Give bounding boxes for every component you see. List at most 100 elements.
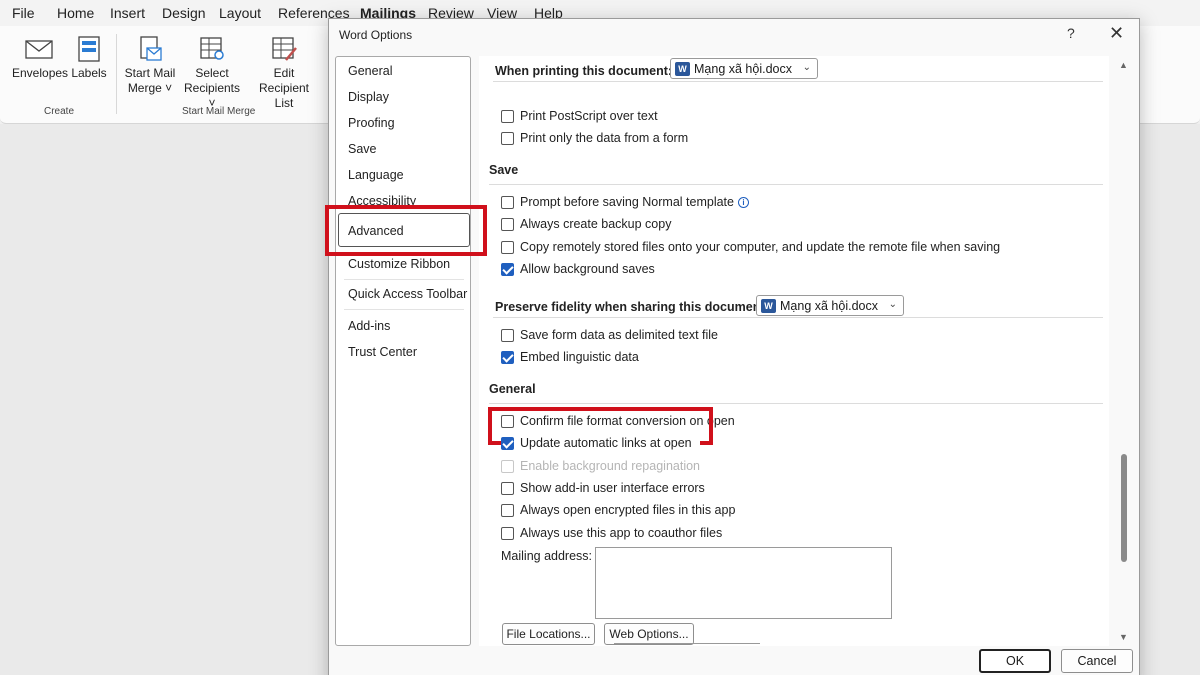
option-embed-linguistic[interactable]: Embed linguistic data (501, 350, 639, 364)
advanced-highlight-box (325, 205, 487, 256)
addin-errors-label: Show add-in user interface errors (520, 481, 705, 495)
envelope-icon (25, 40, 53, 59)
cancel-button[interactable]: Cancel (1061, 649, 1133, 673)
option-addin-errors[interactable]: Show add-in user interface errors (501, 481, 705, 495)
recipients-icon (200, 37, 224, 60)
background-saves-label: Allow background saves (520, 262, 655, 276)
section-divider (493, 81, 1103, 82)
nav-item-language[interactable]: Language (348, 168, 404, 182)
printing-document-value: Mạng xã hội.docx (694, 61, 792, 76)
chevron-down-icon: ⌄ (802, 62, 811, 73)
ok-button[interactable]: OK (979, 649, 1051, 673)
print-postscript-checkbox[interactable] (501, 109, 514, 123)
print-data-only-checkbox[interactable] (501, 131, 514, 145)
background-repagination-checkbox (501, 459, 514, 473)
option-print-data-only[interactable]: Print only the data from a form (501, 131, 688, 145)
copy-remote-checkbox[interactable] (501, 240, 514, 254)
prompt-normal-checkbox[interactable] (501, 195, 514, 209)
section-divider (489, 403, 1103, 404)
file-locations-button[interactable]: File Locations... (502, 623, 595, 645)
options-scrollbar[interactable]: ▲ ▼ (1113, 56, 1135, 646)
web-options-button[interactable]: Web Options... (604, 623, 694, 645)
labels-icon (78, 36, 100, 62)
save-section-title: Save (489, 163, 519, 177)
scroll-thumb[interactable] (1121, 454, 1127, 562)
group-create-label: Create (44, 106, 75, 117)
save-form-data-label: Save form data as delimited text file (520, 328, 719, 342)
mailing-address-label: Mailing address: (501, 549, 593, 563)
nav-divider (344, 279, 464, 280)
option-backup-copy[interactable]: Always create backup copy (501, 217, 671, 231)
start-mail-merge-button[interactable]: Start Mail Merge ˅ (122, 34, 178, 96)
fidelity-document-value: Mạng xã hội.docx (780, 298, 878, 313)
background-repagination-label: Enable background repagination (520, 459, 700, 473)
nav-item-add-ins[interactable]: Add-ins (348, 319, 390, 333)
nav-item-display[interactable]: Display (348, 90, 389, 104)
edit-recipient-label-2: Recipient List (258, 81, 310, 110)
nav-item-trust-center[interactable]: Trust Center (348, 345, 417, 359)
options-nav: General Display Proofing Save Language A… (335, 56, 471, 646)
option-prompt-normal-template[interactable]: Prompt before saving Normal template i (501, 195, 749, 209)
menu-file[interactable]: File (12, 5, 35, 21)
section-divider (493, 317, 1103, 318)
edit-recipient-list-button[interactable]: Edit Recipient List (248, 34, 320, 111)
section-divider (489, 184, 1103, 185)
word-options-dialog: Word Options ? ✕ General Display Proofin… (328, 18, 1140, 675)
nav-item-save[interactable]: Save (348, 142, 377, 156)
scroll-up-icon[interactable]: ▲ (1119, 60, 1128, 70)
nav-item-quick-access-toolbar[interactable]: Quick Access Toolbar (348, 287, 467, 301)
select-recipients-label-1: Select (195, 66, 229, 80)
printing-document-dropdown[interactable]: W Mạng xã hội.docx ⌄ (670, 58, 818, 79)
menu-design[interactable]: Design (162, 5, 206, 21)
mailing-address-input[interactable] (595, 547, 892, 619)
nav-item-customize-ribbon[interactable]: Customize Ribbon (348, 257, 450, 271)
info-icon: i (737, 196, 749, 208)
word-doc-icon: W (761, 298, 776, 313)
edit-list-icon (272, 37, 297, 61)
start-mail-merge-label-1: Start Mail (124, 66, 176, 80)
scroll-down-icon[interactable]: ▼ (1119, 632, 1128, 642)
option-coauthor[interactable]: Always use this app to coauthor files (501, 526, 722, 540)
option-save-form-data[interactable]: Save form data as delimited text file (501, 328, 718, 342)
embed-linguistic-label: Embed linguistic data (520, 350, 639, 364)
coauthor-checkbox[interactable] (501, 526, 514, 540)
option-open-encrypted[interactable]: Always open encrypted files in this app (501, 503, 735, 517)
update-links-checkbox[interactable] (501, 436, 514, 450)
save-form-data-checkbox[interactable] (501, 328, 514, 342)
general-section-title: General (489, 382, 536, 396)
menu-home[interactable]: Home (57, 5, 94, 21)
option-background-saves[interactable]: Allow background saves (501, 262, 655, 276)
select-recipients-button[interactable]: Select Recipients ˅ (180, 34, 244, 111)
addin-errors-checkbox[interactable] (501, 481, 514, 495)
menu-insert[interactable]: Insert (110, 5, 145, 21)
backup-copy-label: Always create backup copy (520, 217, 672, 231)
embed-linguistic-checkbox[interactable] (501, 350, 514, 364)
nav-item-general[interactable]: General (348, 64, 392, 78)
printing-label: When printing this document: (495, 64, 673, 78)
help-icon[interactable]: ? (1067, 25, 1075, 41)
option-print-postscript[interactable]: Print PostScript over text (501, 109, 658, 123)
menu-layout[interactable]: Layout (219, 5, 261, 21)
advanced-options-panel: When printing this document: W Mạng xã h… (479, 56, 1109, 646)
print-data-only-label: Print only the data from a form (520, 131, 689, 145)
word-doc-icon: W (675, 61, 690, 76)
backup-copy-checkbox[interactable] (501, 217, 514, 231)
fidelity-document-dropdown[interactable]: W Mạng xã hội.docx ⌄ (756, 295, 904, 316)
partial-control-edge (614, 643, 760, 644)
dialog-title: Word Options (339, 28, 413, 42)
group-start-mail-merge-label: Start Mail Merge (182, 106, 256, 117)
ribbon-separator (116, 34, 117, 114)
open-encrypted-checkbox[interactable] (501, 503, 514, 517)
option-background-repagination: Enable background repagination (501, 459, 700, 473)
fidelity-label: Preserve fidelity when sharing this docu… (495, 300, 769, 314)
nav-item-proofing[interactable]: Proofing (348, 116, 395, 130)
envelopes-button[interactable]: Envelopes (12, 34, 68, 81)
background-saves-checkbox[interactable] (501, 262, 514, 276)
option-copy-remote-files[interactable]: Copy remotely stored files onto your com… (501, 240, 1000, 254)
close-icon[interactable]: ✕ (1109, 23, 1124, 44)
labels-button[interactable]: Labels (70, 34, 108, 81)
labels-label: Labels (71, 66, 107, 80)
print-postscript-label: Print PostScript over text (520, 109, 658, 123)
option-update-links[interactable]: Update automatic links at open (501, 436, 700, 450)
prompt-normal-label: Prompt before saving Normal template (520, 195, 734, 209)
